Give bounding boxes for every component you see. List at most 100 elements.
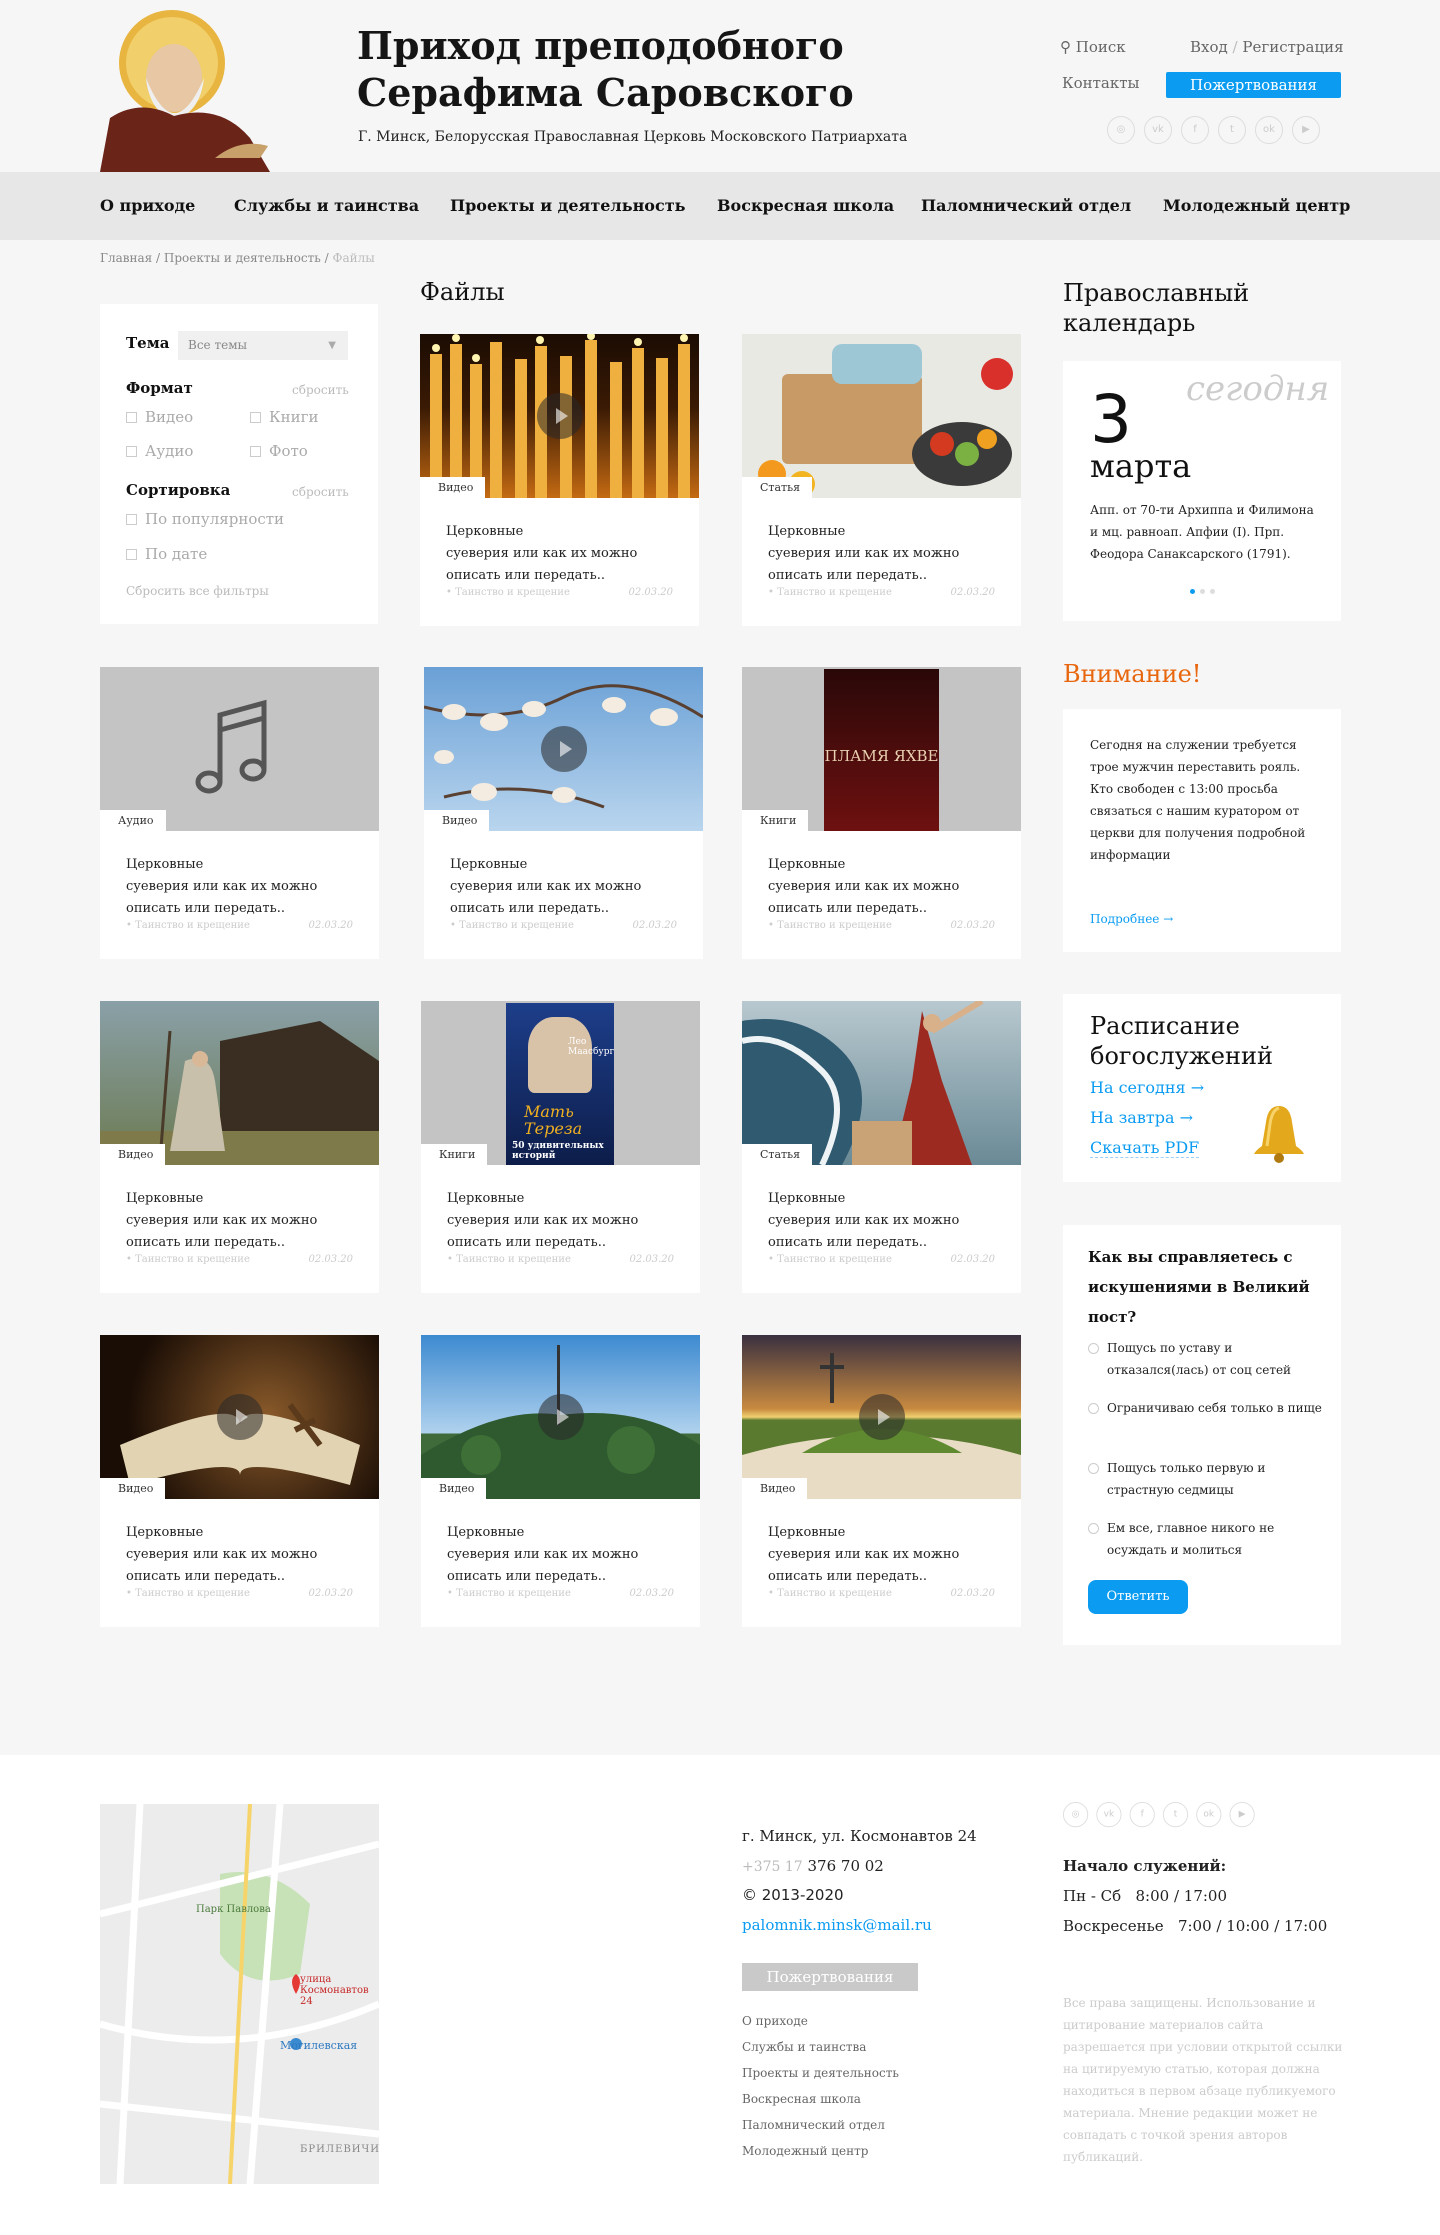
- contacts-link[interactable]: Контакты: [1062, 74, 1140, 92]
- file-card[interactable]: Лео Маасбург Мать Тереза 50 удивительных…: [421, 1001, 700, 1293]
- poll-option[interactable]: Ем все, главное никого не осуждать и мол…: [1088, 1517, 1328, 1561]
- sort-reset[interactable]: сбросить: [292, 485, 349, 499]
- footer-link-projects[interactable]: Проекты и деятельность: [742, 2060, 899, 2086]
- file-card-title[interactable]: Церковные суеверия или как их можно опис…: [447, 1188, 682, 1254]
- file-card-tag[interactable]: • Таинство и крещение: [446, 587, 570, 598]
- footer-link-pilgrimage[interactable]: Паломнический отдел: [742, 2112, 899, 2138]
- sort-option-popular[interactable]: По популярности: [126, 510, 284, 528]
- footer-donate-button[interactable]: Пожертвования: [742, 1963, 918, 1991]
- schedule-pdf-link[interactable]: Скачать PDF: [1090, 1138, 1200, 1158]
- youtube-icon[interactable]: ▶: [1292, 116, 1320, 144]
- format-option-photo[interactable]: Фото: [250, 442, 308, 460]
- thumbnail-hill: Видео: [421, 1335, 700, 1499]
- nav-item-sunday-school[interactable]: Воскресная школа: [717, 196, 894, 215]
- format-badge: Статья: [742, 477, 813, 498]
- facebook-icon[interactable]: f: [1181, 116, 1209, 144]
- poll-submit-button[interactable]: Ответить: [1088, 1580, 1188, 1614]
- schedule-tomorrow-link[interactable]: На завтра →: [1090, 1108, 1193, 1127]
- file-card-title[interactable]: Церковные суеверия или как их можно опис…: [768, 854, 1003, 920]
- map[interactable]: Парк Павлова улица Космонавтов 24 Могиле…: [100, 1804, 379, 2184]
- footer-link-sunday-school[interactable]: Воскресная школа: [742, 2086, 899, 2112]
- odnoklassniki-icon[interactable]: ok: [1196, 1802, 1222, 1828]
- nav-item-services[interactable]: Службы и таинства: [234, 196, 419, 215]
- file-card[interactable]: Видео Церковные суеверия или как их можн…: [742, 1335, 1021, 1627]
- poll-option[interactable]: Ограничиваю себя только в пище: [1088, 1397, 1328, 1419]
- pagination-dot[interactable]: [1210, 589, 1215, 594]
- file-card-tag[interactable]: • Таинство и крещение: [768, 920, 892, 931]
- file-card[interactable]: Видео Церковные суеверия или как их можн…: [420, 334, 699, 626]
- theme-select-value: Все темы: [188, 338, 248, 352]
- footer-email[interactable]: palomnik.minsk@mail.ru: [742, 1916, 932, 1934]
- poll-option[interactable]: Пощусь только первую и страстную седмицы: [1088, 1457, 1328, 1501]
- file-card-title[interactable]: Церковные суеверия или как их можно опис…: [126, 1522, 361, 1588]
- file-card[interactable]: ПЛАМЯ ЯХВЕ Книги Церковные суеверия или …: [742, 667, 1021, 959]
- file-card-title[interactable]: Церковные суеверия или как их можно опис…: [768, 1522, 1003, 1588]
- instagram-icon[interactable]: ◎: [1063, 1802, 1089, 1828]
- odnoklassniki-icon[interactable]: ok: [1255, 116, 1283, 144]
- play-icon[interactable]: [537, 393, 583, 439]
- file-card[interactable]: Видео Церковные суеверия или как их можн…: [424, 667, 703, 959]
- attention-more-link[interactable]: Подробнее →: [1090, 912, 1173, 926]
- instagram-icon[interactable]: ◎: [1107, 116, 1135, 144]
- file-card-tag[interactable]: • Таинство и крещение: [450, 920, 574, 931]
- file-card[interactable]: Видео Церковные суеверия или как их можн…: [100, 1001, 379, 1293]
- file-card-title[interactable]: Церковные суеверия или как их можно опис…: [446, 521, 681, 587]
- format-option-books[interactable]: Книги: [250, 408, 318, 426]
- icon-saint-logo[interactable]: [100, 8, 270, 172]
- theme-select[interactable]: Все темы ▼: [178, 331, 348, 360]
- vk-icon[interactable]: vk: [1096, 1802, 1122, 1828]
- poll-option[interactable]: Пощусь по уставу и отказался(лась) от со…: [1088, 1337, 1328, 1381]
- file-card-title[interactable]: Церковные суеверия или как их можно опис…: [768, 521, 1003, 587]
- file-card-tag[interactable]: • Таинство и крещение: [447, 1588, 571, 1599]
- breadcrumb-section[interactable]: Проекты и деятельность: [164, 251, 321, 265]
- play-icon[interactable]: [859, 1394, 905, 1440]
- file-card-title[interactable]: Церковные суеверия или как их можно опис…: [768, 1188, 1003, 1254]
- reset-all-filters[interactable]: Сбросить все фильтры: [126, 584, 269, 598]
- file-card-title[interactable]: Церковные суеверия или как их можно опис…: [450, 854, 685, 920]
- nav-item-about[interactable]: О приходе: [100, 196, 195, 215]
- file-card[interactable]: Видео Церковные суеверия или как их можн…: [421, 1335, 700, 1627]
- play-icon[interactable]: [541, 726, 587, 772]
- login-link[interactable]: Вход: [1190, 38, 1228, 56]
- file-card[interactable]: Аудио Церковные суеверия или как их можн…: [100, 667, 379, 959]
- file-card[interactable]: Видео Церковные суеверия или как их можн…: [100, 1335, 379, 1627]
- file-card-tag[interactable]: • Таинство и крещение: [126, 920, 250, 931]
- file-card-title[interactable]: Церковные суеверия или как их можно опис…: [126, 1188, 361, 1254]
- file-card-tag[interactable]: • Таинство и крещение: [768, 1254, 892, 1265]
- format-option-video[interactable]: Видео: [126, 408, 193, 426]
- file-card-tag[interactable]: • Таинство и крещение: [768, 587, 892, 598]
- footer-link-about[interactable]: О приходе: [742, 2008, 899, 2034]
- site-title[interactable]: Приход преподобного Серафима Саровского: [357, 22, 917, 116]
- footer-link-youth[interactable]: Молодежный центр: [742, 2138, 899, 2164]
- play-icon[interactable]: [538, 1394, 584, 1440]
- twitter-icon[interactable]: t: [1162, 1802, 1189, 1828]
- twitter-icon[interactable]: t: [1218, 116, 1246, 144]
- schedule-today-link[interactable]: На сегодня →: [1090, 1078, 1204, 1097]
- facebook-icon[interactable]: f: [1129, 1802, 1155, 1828]
- file-card[interactable]: Статья Церковные суеверия или как их мож…: [742, 1001, 1021, 1293]
- file-card-title[interactable]: Церковные суеверия или как их можно опис…: [447, 1522, 682, 1588]
- vk-icon[interactable]: vk: [1144, 116, 1172, 144]
- pagination-dot[interactable]: [1200, 589, 1205, 594]
- breadcrumb-home[interactable]: Главная: [100, 251, 152, 265]
- format-option-audio[interactable]: Аудио: [126, 442, 193, 460]
- footer-link-services[interactable]: Службы и таинства: [742, 2034, 899, 2060]
- file-card[interactable]: Статья Церковные суеверия или как их мож…: [742, 334, 1021, 626]
- nav-item-youth[interactable]: Молодежный центр: [1163, 196, 1350, 215]
- play-icon[interactable]: [217, 1394, 263, 1440]
- youtube-icon[interactable]: ▶: [1229, 1802, 1255, 1828]
- donate-button[interactable]: Пожертвования: [1166, 72, 1341, 98]
- format-reset[interactable]: сбросить: [292, 383, 349, 397]
- register-link[interactable]: Регистрация: [1242, 38, 1343, 56]
- nav-item-pilgrimage[interactable]: Паломнический отдел: [921, 196, 1131, 215]
- file-card-tag[interactable]: • Таинство и крещение: [768, 1588, 892, 1599]
- file-card-title[interactable]: Церковные суеверия или как их можно опис…: [126, 854, 361, 920]
- file-card-tag[interactable]: • Таинство и крещение: [447, 1254, 571, 1265]
- search-link[interactable]: ⚲ Поиск: [1060, 38, 1126, 56]
- pagination-dot[interactable]: [1190, 589, 1195, 594]
- file-card-tag[interactable]: • Таинство и крещение: [126, 1588, 250, 1599]
- file-card-tag[interactable]: • Таинство и крещение: [126, 1254, 250, 1265]
- nav-item-projects[interactable]: Проекты и деятельность: [450, 196, 685, 215]
- sort-option-date[interactable]: По дате: [126, 545, 207, 563]
- footer-phone[interactable]: +375 17 376 70 02: [742, 1857, 884, 1875]
